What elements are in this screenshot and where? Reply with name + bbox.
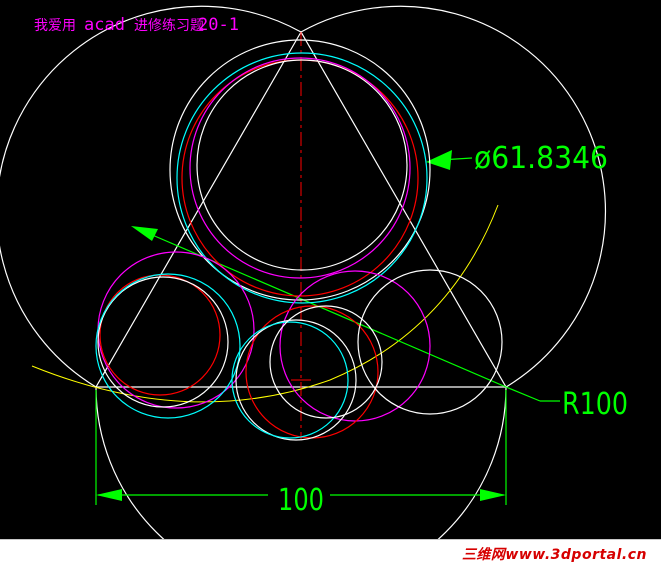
radius-arrowhead bbox=[131, 226, 158, 241]
left-circle-magenta bbox=[97, 251, 255, 409]
radius-dimension-text: R100 bbox=[562, 387, 628, 422]
radius-tail bbox=[505, 386, 541, 402]
mid-circle-white-2 bbox=[269, 305, 383, 419]
dim-arrow-left bbox=[96, 489, 122, 501]
top-circle-white-inner bbox=[196, 59, 408, 271]
mid-circle-magenta bbox=[279, 270, 431, 422]
width-dimension-text: 100 bbox=[278, 483, 324, 518]
title-chinese-1: 我爱用 bbox=[34, 18, 76, 34]
title-number: 20-1 bbox=[198, 15, 239, 35]
diameter-dimension-text: ø61.8346 bbox=[474, 141, 608, 176]
footer-bar: 三维网www.3dportal.cn bbox=[0, 539, 661, 566]
cad-viewport[interactable]: 我爱用 acad 进修练习题 20-1 ø61.8346 R100 100 三维… bbox=[0, 0, 661, 566]
cad-drawing: 我爱用 acad 进修练习题 20-1 ø61.8346 R100 100 bbox=[0, 5, 628, 539]
top-circle-cyan bbox=[176, 52, 428, 304]
site-watermark: 三维网www.3dportal.cn bbox=[461, 547, 647, 563]
dim-arrow-right bbox=[480, 489, 506, 501]
left-circle-red bbox=[99, 274, 221, 396]
title-chinese-2: 进修练习题 bbox=[134, 18, 204, 34]
reuleaux-arc-right bbox=[300, 5, 607, 388]
radius-leader bbox=[135, 227, 507, 388]
reuleaux-arc-left bbox=[0, 5, 302, 388]
yellow-construction-arc bbox=[31, 204, 499, 403]
title-latin: acad bbox=[84, 15, 125, 35]
